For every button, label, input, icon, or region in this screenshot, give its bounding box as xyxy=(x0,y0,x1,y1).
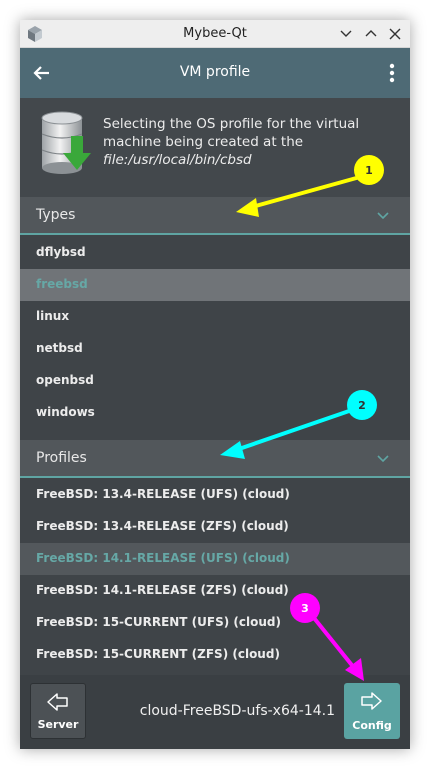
page-title: VM profile xyxy=(179,64,251,80)
type-item-freebsd[interactable]: freebsd xyxy=(20,269,410,301)
database-download-icon xyxy=(41,111,91,174)
bottom-bar: Server cloud-FreeBSD-ufs-x64-14.1 Config xyxy=(20,675,410,749)
arrow-left-outline-icon xyxy=(47,693,68,711)
profile-item[interactable]: FreeBSD: 15-CURRENT (UFS) (cloud) xyxy=(20,607,410,639)
config-button-label: Config xyxy=(352,719,392,732)
profile-item[interactable]: FreeBSD: 13.4-RELEASE (ZFS) (cloud) xyxy=(20,511,410,543)
profile-item[interactable]: FreeBSD: 15-CURRENT (ZFS) (cloud) xyxy=(20,639,410,671)
profiles-section-header[interactable]: Profiles xyxy=(20,440,410,478)
server-button-label: Server xyxy=(37,718,79,731)
info-panel: Selecting the OS profile for the virtual… xyxy=(20,98,410,197)
type-item-dflybsd[interactable]: dflybsd xyxy=(20,237,410,269)
type-item-windows[interactable]: windows xyxy=(20,397,410,429)
cbsd-path: file:/usr/local/bin/cbsd xyxy=(103,152,252,168)
types-header-label: Types xyxy=(36,207,76,223)
type-item-linux[interactable]: linux xyxy=(20,301,410,333)
arrow-right-outline-icon xyxy=(361,692,382,710)
types-section-header[interactable]: Types xyxy=(20,197,410,235)
type-item-netbsd[interactable]: netbsd xyxy=(20,333,410,365)
close-icon[interactable] xyxy=(385,24,405,44)
description-text: Selecting the OS profile for the virtual… xyxy=(103,115,403,169)
chevron-down-icon[interactable] xyxy=(376,209,390,223)
chevron-down-icon[interactable] xyxy=(376,452,390,466)
description-prefix: Selecting the OS profile for the virtual… xyxy=(103,116,360,150)
chevron-up-icon[interactable] xyxy=(361,24,381,44)
chevron-down-icon[interactable] xyxy=(336,24,356,44)
profile-item-selected[interactable]: FreeBSD: 14.1-RELEASE (UFS) (cloud) xyxy=(20,543,410,575)
profile-item[interactable]: FreeBSD: 14.1-RELEASE (ZFS) (cloud) xyxy=(20,575,410,607)
config-button[interactable]: Config xyxy=(344,683,400,739)
app-window: Mybee-Qt VM profile Selecting the OS pro… xyxy=(20,20,410,749)
title-bar: Mybee-Qt xyxy=(20,20,410,48)
server-button[interactable]: Server xyxy=(30,683,86,739)
profiles-list: FreeBSD: 13.4-RELEASE (UFS) (cloud) Free… xyxy=(20,479,410,675)
profiles-header-label: Profiles xyxy=(36,450,87,466)
selected-profile-name: cloud-FreeBSD-ufs-x64-14.1 xyxy=(139,703,335,719)
profile-item[interactable]: FreeBSD: 13.4-RELEASE (UFS) (cloud) xyxy=(20,479,410,511)
more-vert-icon[interactable] xyxy=(386,61,398,85)
types-list: dflybsd freebsd linux netbsd openbsd win… xyxy=(20,237,410,429)
type-item-openbsd[interactable]: openbsd xyxy=(20,365,410,397)
app-bar: VM profile xyxy=(20,48,410,98)
